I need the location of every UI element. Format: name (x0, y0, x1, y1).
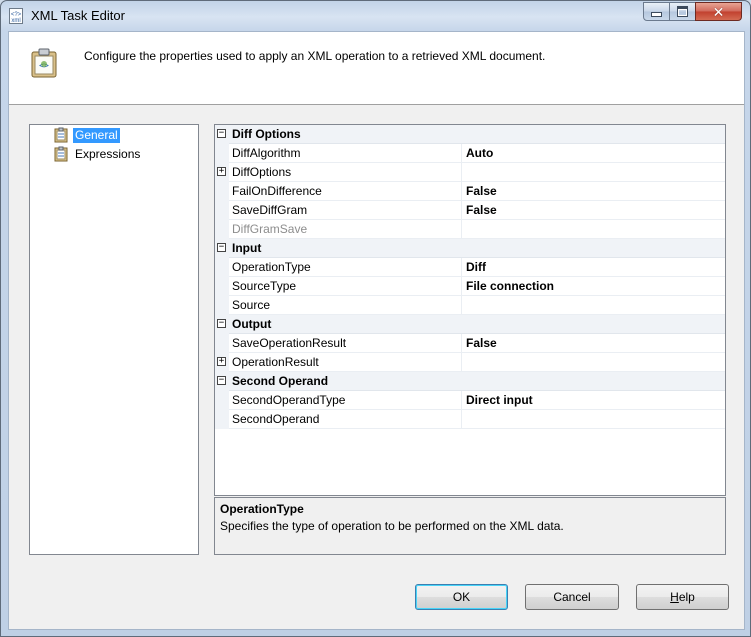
grid-margin (215, 277, 229, 296)
property-row-saveoperationresult[interactable]: SaveOperationResult False (215, 334, 725, 353)
expand-icon[interactable]: + (217, 167, 226, 176)
minimize-icon (651, 12, 662, 17)
property-name: FailOnDifference (232, 184, 322, 198)
category-label: Diff Options (232, 127, 301, 141)
xml-task-large-icon: <> (31, 48, 57, 78)
ok-button[interactable]: OK (415, 584, 508, 610)
minimize-button[interactable] (643, 2, 670, 21)
property-value[interactable] (461, 353, 725, 371)
property-value[interactable]: False (461, 182, 725, 200)
property-value[interactable]: File connection (461, 277, 725, 295)
nav-item-expressions[interactable]: Expressions (53, 145, 142, 163)
property-name: SourceType (232, 279, 297, 293)
property-name: DiffGramSave (232, 222, 308, 236)
property-row-diffgramsave: DiffGramSave (215, 220, 725, 239)
property-description-panel: OperationType Specifies the type of oper… (214, 497, 726, 555)
grid-margin (215, 201, 229, 220)
page-navigation-list[interactable]: General Expressions (29, 124, 199, 555)
collapse-icon[interactable]: − (217, 129, 226, 138)
collapse-icon[interactable]: − (217, 319, 226, 328)
property-value[interactable]: Auto (461, 144, 725, 162)
property-name: SecondOperandType (232, 393, 346, 407)
property-row-savediffgram[interactable]: SaveDiffGram False (215, 201, 725, 220)
expand-icon[interactable]: + (217, 357, 226, 366)
property-row-secondoperandtype[interactable]: SecondOperandType Direct input (215, 391, 725, 410)
nav-item-general-label: General (73, 127, 120, 143)
property-name: SaveOperationResult (232, 336, 347, 350)
property-value[interactable]: Diff (461, 258, 725, 276)
maximize-button[interactable] (669, 2, 696, 21)
close-icon: ✕ (712, 3, 725, 20)
close-button[interactable]: ✕ (695, 2, 742, 21)
window-title: XML Task Editor (31, 8, 125, 23)
grid-margin (215, 144, 229, 163)
property-value[interactable]: False (461, 334, 725, 352)
header-divider (9, 104, 744, 105)
xml-task-icon: <?> xml (9, 8, 23, 24)
property-row-diffalgorithm[interactable]: DiffAlgorithm Auto (215, 144, 725, 163)
category-label: Second Operand (232, 374, 329, 388)
help-button[interactable]: Help (636, 584, 729, 610)
maximize-icon (677, 6, 688, 17)
xml-task-editor-window: <?>xml XML Task Editor ✕ <> Configure th… (0, 0, 751, 637)
property-row-diffoptions[interactable]: + DiffOptions (215, 163, 725, 182)
property-name: OperationType (232, 260, 311, 274)
help-label-rest: elp (678, 590, 695, 604)
cancel-button[interactable]: Cancel (525, 584, 619, 610)
grid-margin (215, 410, 229, 429)
category-second-operand[interactable]: − Second Operand (215, 372, 725, 391)
header-panel: <> Configure the properties used to appl… (9, 32, 744, 104)
collapse-icon[interactable]: − (217, 243, 226, 252)
property-row-source[interactable]: Source (215, 296, 725, 315)
category-input[interactable]: − Input (215, 239, 725, 258)
property-value[interactable] (461, 163, 725, 181)
help-mnemonic: H (670, 590, 679, 604)
property-row-failondifference[interactable]: FailOnDifference False (215, 182, 725, 201)
expressions-page-icon (54, 146, 68, 162)
property-row-operationresult[interactable]: + OperationResult (215, 353, 725, 372)
collapse-icon[interactable]: − (217, 376, 226, 385)
property-row-sourcetype[interactable]: SourceType File connection (215, 277, 725, 296)
property-value (461, 220, 725, 238)
property-name: DiffAlgorithm (232, 146, 301, 160)
description-text: Specifies the type of operation to be pe… (220, 519, 564, 533)
property-name: DiffOptions (232, 165, 292, 179)
grid-margin (215, 334, 229, 353)
grid-margin (215, 258, 229, 277)
category-label: Output (232, 317, 272, 331)
property-name: Source (232, 298, 271, 312)
nav-item-general[interactable]: General (53, 126, 120, 144)
grid-margin (215, 182, 229, 201)
property-name: SaveDiffGram (232, 203, 308, 217)
property-value[interactable]: Direct input (461, 391, 725, 409)
title-bar[interactable]: <?> xml XML Task Editor ✕ (1, 1, 750, 31)
properties-page-icon (54, 127, 68, 143)
description-title: OperationType (220, 502, 304, 516)
header-description: Configure the properties used to apply a… (84, 49, 546, 63)
nav-item-expressions-label: Expressions (75, 146, 141, 161)
property-value[interactable] (461, 296, 725, 314)
category-output[interactable]: − Output (215, 315, 725, 334)
grid-margin (215, 391, 229, 410)
grid-margin (215, 296, 229, 315)
property-name: OperationResult (232, 355, 319, 369)
dialog-client-area: <> Configure the properties used to appl… (8, 31, 745, 630)
category-label: Input (232, 241, 262, 255)
grid-margin (215, 220, 229, 239)
property-name: SecondOperand (232, 412, 320, 426)
property-value[interactable] (461, 410, 725, 428)
property-row-operationtype[interactable]: OperationType Diff (215, 258, 725, 277)
property-grid[interactable]: − Diff Options DiffAlgorithm Auto + Diff… (214, 124, 726, 496)
property-row-secondoperand[interactable]: SecondOperand (215, 410, 725, 429)
category-diff-options[interactable]: − Diff Options (215, 125, 725, 144)
property-value[interactable]: False (461, 201, 725, 219)
